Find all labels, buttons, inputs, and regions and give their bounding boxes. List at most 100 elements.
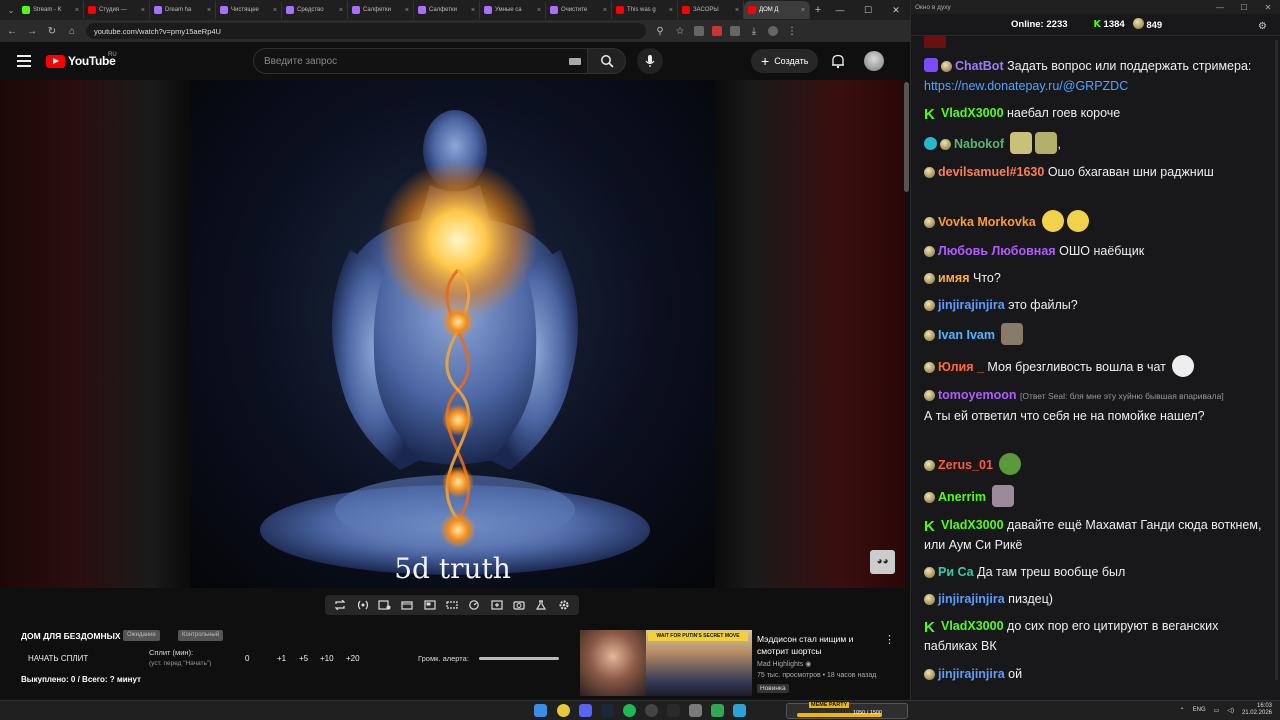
chat-username[interactable]: Ри Са bbox=[938, 565, 974, 579]
tab-close-icon[interactable]: × bbox=[471, 7, 475, 14]
add-20-button[interactable]: +20 bbox=[346, 654, 360, 663]
start-split-button[interactable]: НАЧАТЬ СПЛИТ bbox=[28, 654, 88, 663]
keyboard-icon[interactable] bbox=[569, 58, 581, 65]
bookmark-star-icon[interactable]: ☆ bbox=[674, 26, 686, 37]
add-5-button[interactable]: +5 bbox=[299, 654, 308, 663]
search-button[interactable] bbox=[588, 48, 626, 74]
chat-username[interactable]: VladX3000 bbox=[941, 106, 1004, 120]
browser-tab[interactable]: Очистите × bbox=[546, 1, 612, 19]
forward-icon[interactable]: → bbox=[26, 26, 38, 37]
chat-minimize-button[interactable]: — bbox=[1208, 3, 1232, 12]
tab-close-icon[interactable]: × bbox=[141, 7, 145, 14]
url-field[interactable]: youtube.com/watch?v=pmy15aeRp4U bbox=[86, 23, 646, 39]
maximize-button[interactable]: ☐ bbox=[854, 0, 882, 20]
spotify-icon[interactable] bbox=[623, 704, 636, 717]
steam-icon[interactable] bbox=[601, 704, 614, 717]
add-10-button[interactable]: +10 bbox=[320, 654, 334, 663]
chat-scrollbar[interactable] bbox=[1275, 40, 1278, 680]
chat-username[interactable]: Юлия _ bbox=[938, 360, 984, 374]
extension-icon[interactable] bbox=[712, 26, 722, 36]
flask-icon[interactable] bbox=[535, 600, 548, 611]
search-input[interactable] bbox=[253, 48, 588, 74]
profile-icon[interactable] bbox=[768, 26, 778, 36]
tab-close-icon[interactable]: × bbox=[735, 7, 739, 14]
chat-username[interactable]: VladX3000 bbox=[941, 619, 1004, 633]
browser-tab[interactable]: Средство × bbox=[282, 1, 348, 19]
chat-username[interactable]: devilsamuel#1630 bbox=[938, 165, 1044, 179]
reply-reference[interactable]: [Ответ Seal: бля мне эту хуйню бывшая вп… bbox=[1020, 391, 1224, 401]
app-icon[interactable] bbox=[689, 704, 702, 717]
tab-close-icon[interactable]: × bbox=[801, 7, 805, 14]
new-tab-button[interactable]: + bbox=[810, 4, 826, 16]
home-icon[interactable]: ⌂ bbox=[66, 26, 78, 37]
screenshot-gear-icon[interactable] bbox=[378, 600, 391, 611]
chat-username[interactable]: Ivan Ivam bbox=[938, 328, 995, 342]
tab-close-icon[interactable]: × bbox=[207, 7, 211, 14]
tab-close-icon[interactable]: × bbox=[75, 7, 79, 14]
add-clip-icon[interactable] bbox=[490, 600, 503, 611]
obs-icon[interactable] bbox=[645, 704, 658, 717]
tab-close-icon[interactable]: × bbox=[273, 7, 277, 14]
create-button[interactable]: + Создать bbox=[751, 49, 819, 73]
speed-icon[interactable] bbox=[468, 600, 481, 611]
chat-username[interactable]: Любовь Любовная bbox=[938, 244, 1056, 258]
picture-in-picture-icon[interactable] bbox=[423, 600, 436, 611]
browser-tab[interactable]: This was g × bbox=[612, 1, 678, 19]
start-windows-icon[interactable] bbox=[534, 704, 547, 717]
chat-username[interactable]: имяя bbox=[938, 271, 970, 285]
notifications-bell-icon[interactable] bbox=[830, 53, 846, 69]
avatar[interactable] bbox=[864, 51, 884, 71]
chat-close-button[interactable]: ✕ bbox=[1256, 3, 1280, 12]
clock[interactable]: 16:03 21.02.2026 bbox=[1242, 703, 1272, 717]
chat-username[interactable]: Vovka Morkovka bbox=[938, 215, 1036, 229]
tab-close-icon[interactable]: × bbox=[339, 7, 343, 14]
chat-settings-icon[interactable]: ⚙ bbox=[1258, 21, 1270, 33]
tab-close-icon[interactable]: × bbox=[603, 7, 607, 14]
chat-username[interactable]: tomoyemoon bbox=[938, 388, 1016, 402]
chat-username[interactable]: jinjirajinjira bbox=[938, 592, 1005, 606]
recommendation-thumbnail[interactable]: WAIT FOR PUTIN'S SECRET MOVE bbox=[580, 630, 752, 696]
browser-tab[interactable]: ЗАСОРЫ × bbox=[678, 1, 744, 19]
youtube-logo[interactable]: YouTube bbox=[46, 54, 116, 68]
alert-volume-slider[interactable] bbox=[479, 657, 559, 660]
volume-icon[interactable]: ◁) bbox=[1227, 707, 1234, 714]
chat-maximize-button[interactable]: ☐ bbox=[1232, 3, 1256, 12]
chrome-icon[interactable] bbox=[557, 704, 570, 717]
app-icon[interactable] bbox=[711, 704, 724, 717]
chat-username[interactable]: jinjirajinjira bbox=[938, 667, 1005, 681]
video-player[interactable]: 5d truth ◕◕ bbox=[0, 80, 905, 588]
back-icon[interactable]: ← bbox=[6, 26, 18, 37]
browser-tab[interactable]: Салфетки × bbox=[348, 1, 414, 19]
tray-chevron-icon[interactable]: ⌃ bbox=[1180, 707, 1185, 714]
settings-gear-icon[interactable] bbox=[557, 600, 570, 611]
app-icon[interactable] bbox=[667, 704, 680, 717]
network-icon[interactable]: ▭ bbox=[1214, 707, 1220, 714]
close-window-button[interactable]: ✕ bbox=[882, 0, 910, 20]
tab-close-icon[interactable]: × bbox=[669, 7, 673, 14]
donate-link[interactable]: https://new.donatepay.ru/@GRPZDC bbox=[924, 79, 1128, 93]
browser-tab[interactable]: Stream - K × bbox=[18, 1, 84, 19]
chat-username[interactable]: Zerus_01 bbox=[938, 458, 993, 472]
zoom-icon[interactable]: ⚲ bbox=[654, 26, 666, 37]
tab-search-button[interactable]: ⌄ bbox=[4, 6, 18, 15]
chat-username[interactable]: Nabokof bbox=[954, 137, 1004, 151]
chat-username[interactable]: VladX3000 bbox=[941, 518, 1004, 532]
browser-tab[interactable]: Студия — × bbox=[84, 1, 150, 19]
menu-kebab-icon[interactable]: ⋮ bbox=[786, 26, 798, 37]
tab-close-icon[interactable]: × bbox=[405, 7, 409, 14]
theater-mode-icon[interactable] bbox=[445, 600, 458, 611]
chat-username[interactable]: jinjirajinjira bbox=[938, 298, 1005, 312]
loop-icon[interactable] bbox=[334, 600, 347, 611]
downloads-icon[interactable]: ⤓ bbox=[748, 26, 760, 37]
browser-tab[interactable]: Dream ha × bbox=[150, 1, 216, 19]
tab-close-icon[interactable]: × bbox=[537, 7, 541, 14]
minimize-button[interactable]: — bbox=[826, 0, 854, 20]
extension-icon[interactable] bbox=[694, 26, 704, 36]
chat-username[interactable]: Anerrim bbox=[938, 490, 986, 504]
menu-icon[interactable] bbox=[17, 55, 31, 67]
page-scrollbar[interactable] bbox=[904, 82, 909, 192]
browser-tab[interactable]: Умные са × bbox=[480, 1, 546, 19]
discord-icon[interactable] bbox=[579, 704, 592, 717]
add-1-button[interactable]: +1 bbox=[277, 654, 286, 663]
browser-tab[interactable]: Салфетки × bbox=[414, 1, 480, 19]
